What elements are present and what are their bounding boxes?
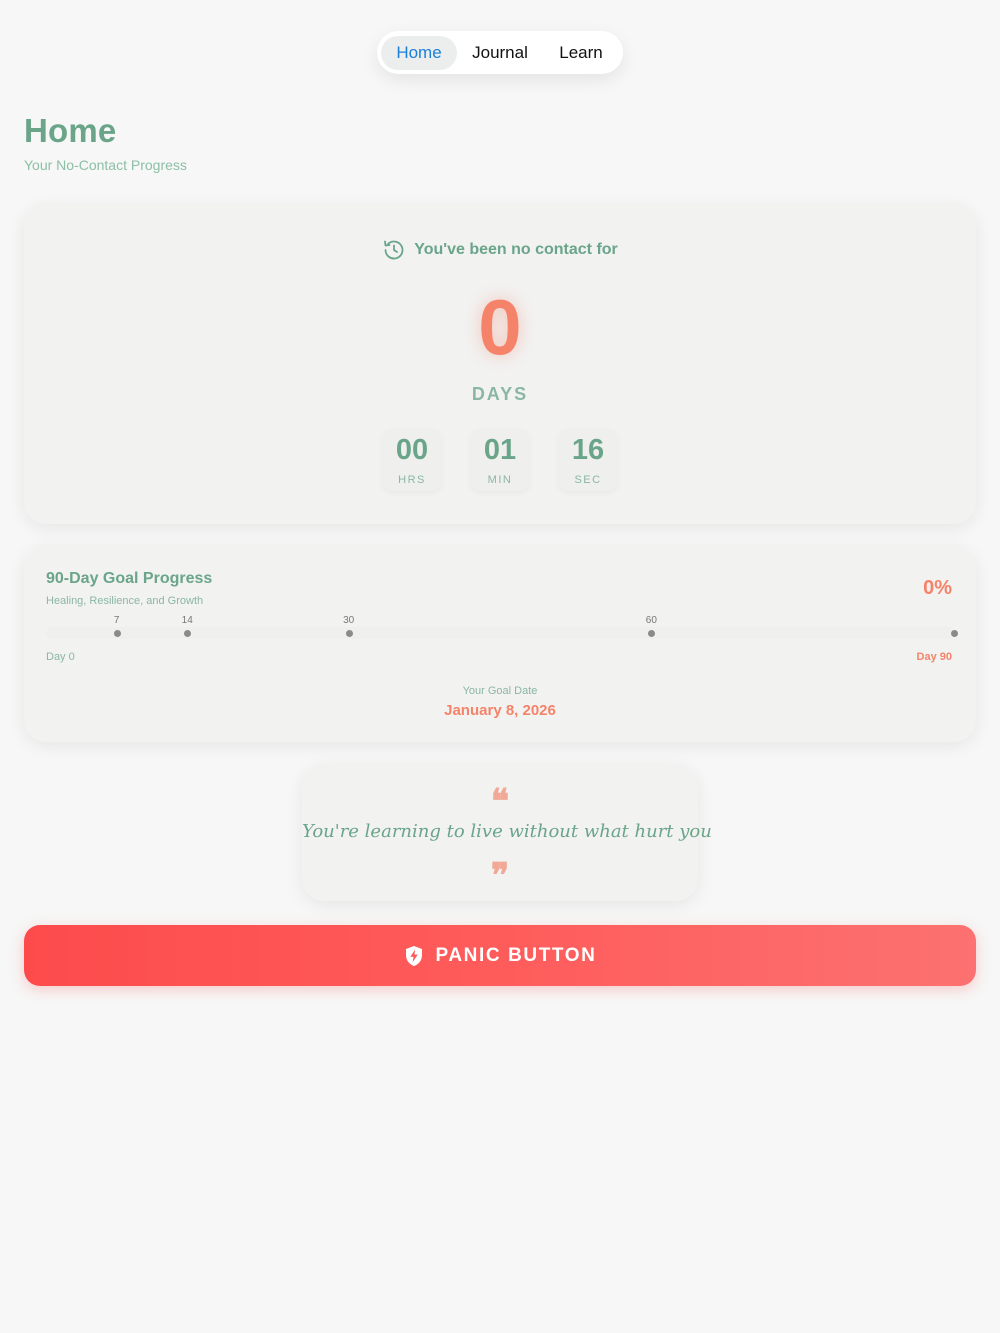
panic-button[interactable]: PANIC BUTTON (24, 925, 976, 986)
hours-value: 00 (395, 434, 429, 466)
page-subtitle: Your No-Contact Progress (24, 157, 187, 173)
open-quote-icon: ❝ (490, 782, 510, 822)
tab-journal[interactable]: Journal (457, 36, 543, 70)
milestone-label: 60 (645, 615, 657, 626)
milestone-label: 30 (343, 615, 355, 626)
segmented-nav: Home Journal Learn (377, 31, 623, 74)
seconds-value: 16 (571, 434, 605, 466)
panic-button-label: PANIC BUTTON (435, 944, 597, 966)
days-label: DAYS (471, 384, 529, 404)
days-count: 0 (478, 283, 522, 371)
hours-label: HRS (398, 474, 426, 486)
quote-text: You're learning to live without what hur… (302, 821, 712, 842)
hours-unit: 00 HRS (382, 429, 442, 491)
minutes-unit: 01 MIN (470, 429, 530, 491)
milestone-dot (951, 630, 958, 637)
shield-bolt-icon (404, 945, 424, 967)
day-start-label: Day 0 (46, 651, 75, 663)
milestone-dot (345, 630, 353, 637)
minutes-label: MIN (487, 474, 513, 486)
timer-heading: You've been no contact for (24, 238, 976, 262)
time-units: 00 HRS 01 MIN 16 SEC (24, 429, 976, 491)
day-end-label: Day 90 (916, 651, 952, 663)
goal-progress-card: 90-Day Goal Progress Healing, Resilience… (24, 546, 976, 742)
no-contact-timer-card: You've been no contact for 0 DAYS 00 HRS… (24, 204, 976, 524)
goal-percent: 0% (923, 577, 952, 599)
milestone-dot (113, 630, 121, 637)
goal-title: 90-Day Goal Progress (46, 570, 213, 587)
progress-track (46, 627, 954, 639)
goal-date-label: Your Goal Date (462, 685, 538, 697)
close-quote-icon: ❞ (490, 856, 510, 896)
quote-card: ❝ You're learning to live without what h… (302, 765, 712, 901)
tab-learn[interactable]: Learn (543, 36, 619, 70)
seconds-label: SEC (574, 474, 602, 486)
minutes-value: 01 (483, 434, 517, 466)
tab-home[interactable]: Home (381, 35, 457, 70)
page-title: Home (24, 112, 117, 149)
history-icon (382, 238, 406, 262)
seconds-unit: 16 SEC (558, 429, 618, 491)
timer-heading-text: You've been no contact for (414, 241, 618, 258)
milestone-label: 7 (113, 615, 120, 626)
goal-date: January 8, 2026 (444, 702, 556, 719)
goal-subtitle: Healing, Resilience, and Growth (46, 595, 204, 607)
milestone-label: 14 (181, 615, 193, 626)
